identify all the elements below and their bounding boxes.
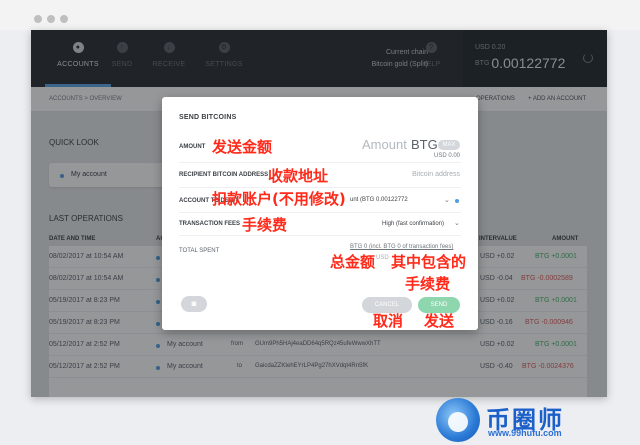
window-titlebar: [0, 0, 640, 30]
window-zoom-dot[interactable]: [60, 15, 68, 23]
annotation-debit: 扣款账户(不用修改): [212, 190, 346, 208]
divider: [179, 212, 461, 213]
fees-label: TRANSACTION FEES: [179, 221, 241, 227]
amount-unit: BTG: [411, 137, 438, 152]
annotation-cancel: 取消: [373, 312, 404, 330]
send-bitcoins-modal: SEND BITCOINS AMOUNT Amount BTG MAX USD …: [162, 97, 478, 330]
watermark-logo: 币圈师 www.99hufu.com: [436, 396, 636, 442]
recipient-label: RECIPIENT BITCOIN ADDRESS: [179, 172, 269, 178]
window-close-dot[interactable]: [34, 15, 42, 23]
annotation-address: 收款地址: [268, 167, 329, 185]
window-minimize-dot[interactable]: [47, 15, 55, 23]
watermark-url: www.99hufu.com: [488, 428, 562, 438]
divider: [179, 235, 461, 236]
total-spent-label: TOTAL SPENT: [179, 248, 220, 254]
watermark-logo-icon: [436, 398, 480, 442]
chevron-down-icon: ⌄: [454, 220, 460, 227]
amount-usd: USD 0.00: [433, 153, 460, 159]
recipient-address-input[interactable]: Bitcoin address: [392, 171, 460, 178]
camera-icon: ◙: [191, 299, 197, 308]
total-spent-usd: USD: [376, 255, 389, 261]
account-color-dot: [455, 199, 459, 203]
chevron-down-icon: ⌄: [444, 197, 450, 204]
annotation-send: 发送: [424, 312, 455, 330]
debit-account-select[interactable]: unt (BTG 0.00122772: [350, 197, 408, 203]
divider: [179, 162, 461, 163]
annotation-total: 总金额: [330, 253, 376, 271]
modal-title: SEND BITCOINS: [179, 114, 237, 121]
max-button[interactable]: MAX: [438, 140, 460, 150]
annotation-includes: 其中包含的: [391, 253, 467, 271]
amount-label: AMOUNT: [179, 144, 206, 150]
camera-scan-button[interactable]: ◙: [181, 296, 207, 312]
fees-select[interactable]: High (fast confirmation): [382, 221, 444, 227]
annotation-amount: 发送金额: [212, 138, 273, 156]
annotation-includes-fee: 手续费: [405, 275, 451, 293]
annotation-fees: 手续费: [242, 216, 288, 234]
amount-input[interactable]: Amount: [362, 137, 407, 152]
total-spent-value: BTG 0 (incl. BTG 0 of transaction fees): [350, 244, 454, 250]
